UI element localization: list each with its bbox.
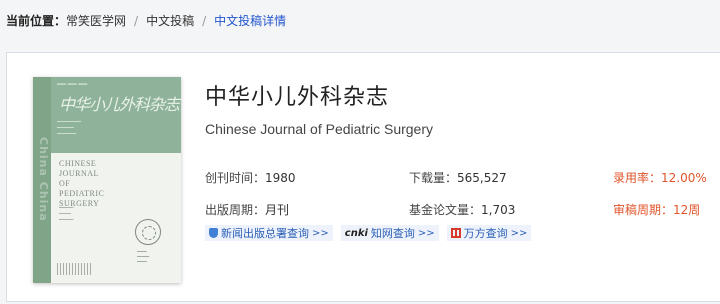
shield-icon (209, 228, 218, 238)
cover-issue-lines: ━━━━━━ ━━━━━ ━━━━━━ (59, 205, 74, 222)
cnki-query-link[interactable]: cnki 知网查询 >> (340, 225, 439, 241)
cover-spine-pattern: China China (37, 137, 50, 222)
breadcrumb: 当前位置： 常笑医学网 / 中文投稿 / 中文投稿详情 (6, 12, 286, 30)
journal-card: China China ═══ ═══ ═══ 中华小儿外科杂志 ━━━━━━━… (6, 52, 720, 302)
journal-cover-image: China China ═══ ═══ ═══ 中华小儿外科杂志 ━━━━━━━… (33, 77, 181, 283)
cover-seal-logo (135, 219, 161, 245)
cover-english-title: CHINESE JOURNAL OF PEDIATRIC SURGERY (59, 159, 105, 208)
cover-top-band (51, 77, 181, 153)
downloads-row: 下载量：565,527 (409, 171, 507, 185)
wanfang-query-link[interactable]: 万方查询 >> (446, 225, 532, 241)
press-administration-query-link[interactable]: 新闻出版总署查询 >> (205, 225, 333, 241)
breadcrumb-current-link[interactable]: 中文投稿详情 (214, 12, 286, 30)
publication-period-row: 出版周期：月刊 (205, 203, 290, 217)
breadcrumb-separator: / (134, 14, 139, 28)
cover-publisher-line: ═══ ═══ ═══ (57, 82, 88, 88)
breadcrumb-submission-link[interactable]: 中文投稿 (146, 12, 194, 30)
journal-title-cn: 中华小儿外科杂志 (205, 85, 390, 110)
cover-small-print: ━━━━━━━━━━ ━━━━━━━ ━━━━━━━━ (57, 119, 82, 136)
review-period-row: 审稿周期：12周 (613, 203, 701, 217)
breadcrumb-home-link[interactable]: 常笑医学网 (66, 12, 126, 30)
breadcrumb-separator: / (202, 14, 207, 28)
funded-papers-row: 基金论文量：1,703 (409, 203, 516, 217)
wanfang-icon (450, 228, 461, 238)
cnki-icon: cnki (344, 227, 368, 239)
cover-seal-caption: ━━━━ ━━━━━ ━━━━ (137, 249, 150, 264)
query-links: 新闻出版总署查询 >> cnki 知网查询 >> 万方查询 >> (205, 225, 532, 241)
breadcrumb-label: 当前位置： (6, 14, 67, 28)
journal-title-en: Chinese Journal of Pediatric Surgery (205, 121, 434, 137)
cover-barcode (57, 263, 91, 275)
acceptance-rate-row: 录用率：12.00% (613, 171, 707, 185)
cover-calligraphy-title: 中华小儿外科杂志 (59, 95, 180, 114)
founded-row: 创刊时间：1980 (205, 171, 296, 185)
